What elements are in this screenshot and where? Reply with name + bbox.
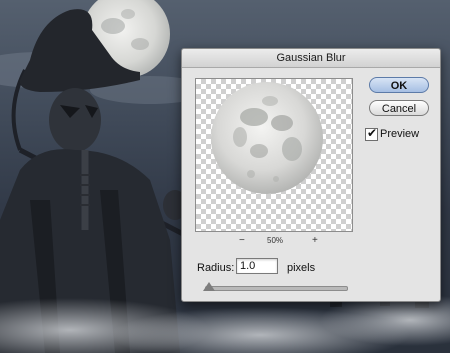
zoom-in-button[interactable]: +	[312, 235, 318, 247]
blur-preview-pane[interactable]	[195, 78, 353, 232]
gaussian-blur-dialog: Gaussian Blur − 50% + OK Cancel ✔ Previe…	[181, 48, 441, 302]
ok-button[interactable]: OK	[369, 77, 429, 93]
radius-slider-track[interactable]	[205, 286, 348, 291]
preview-label: Preview	[380, 128, 420, 140]
zoom-level: 50%	[267, 236, 284, 245]
moon-preview-image	[211, 82, 323, 194]
dialog-title[interactable]: Gaussian Blur	[182, 49, 440, 68]
zoom-out-button[interactable]: −	[239, 235, 245, 247]
radius-label: Radius:	[197, 262, 235, 274]
radius-slider-thumb[interactable]	[203, 282, 215, 291]
check-icon: ✔	[367, 126, 378, 140]
radius-unit-label: pixels	[287, 262, 316, 274]
preview-checkbox[interactable]: ✔	[365, 126, 378, 141]
radius-input[interactable]	[236, 258, 278, 274]
zoom-controls: − 50% +	[195, 235, 353, 249]
cancel-button[interactable]: Cancel	[369, 100, 429, 116]
